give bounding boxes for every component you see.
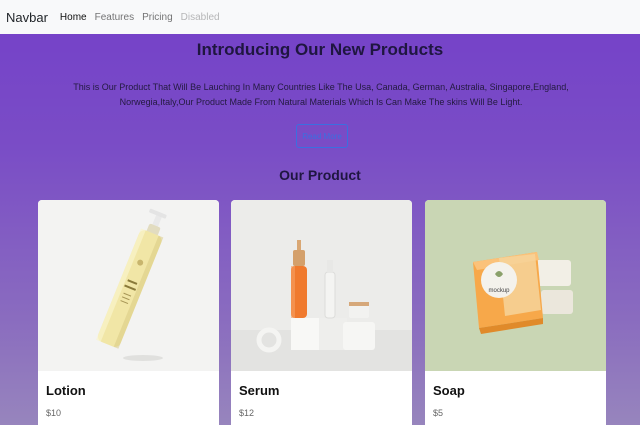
product-price-lotion: $10 [46, 408, 62, 418]
product-name-lotion: Lotion [46, 383, 86, 398]
product-price-soap: $5 [433, 408, 444, 418]
read-more-button[interactable]: Read More [296, 124, 348, 148]
product-name-serum: Serum [239, 383, 280, 398]
product-image-serum [231, 200, 412, 371]
products-section-title: Our Product [279, 167, 361, 183]
nav-link-pricing[interactable]: Pricing [142, 12, 173, 23]
card-body-lotion: Lotion $10 [38, 371, 219, 425]
nav-link-home[interactable]: Home [60, 12, 87, 23]
product-name-soap: Soap [433, 383, 465, 398]
product-price-serum: $12 [239, 408, 255, 418]
navbar-brand[interactable]: Navbar [6, 10, 48, 25]
product-card-serum[interactable]: Serum $12 [231, 200, 412, 425]
product-card-lotion[interactable]: Lotion $10 [38, 200, 219, 425]
soap-tag-text: mockup [488, 288, 510, 294]
hero-description: This is Our Product That Will Be Lauchin… [73, 82, 569, 107]
product-card-soap[interactable]: mockup Soap $5 [425, 200, 606, 425]
product-image-lotion [38, 200, 219, 371]
hero-title: Introducing Our New Products [196, 40, 444, 59]
navbar: Navbar Home Features Pricing Disabled [0, 0, 640, 34]
nav-link-features[interactable]: Features [95, 12, 134, 23]
card-body-soap: Soap $5 [425, 371, 606, 425]
nav-link-disabled: Disabled [180, 11, 220, 23]
product-image-soap: mockup [425, 200, 606, 371]
card-body-serum: Serum $12 [231, 371, 412, 425]
